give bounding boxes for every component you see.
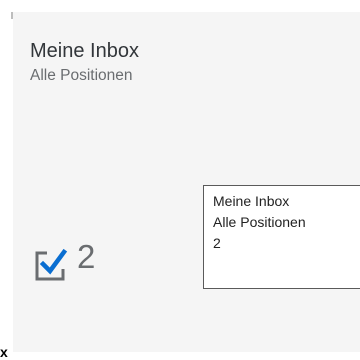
tile-corner-marker xyxy=(11,12,13,19)
inbox-tile[interactable] xyxy=(13,12,360,352)
tooltip-count: 2 xyxy=(213,235,221,251)
tile-subtitle: Alle Positionen xyxy=(30,67,133,84)
tile-tooltip: Meine Inbox Alle Positionen 2 xyxy=(203,185,360,289)
tooltip-title: Meine Inbox xyxy=(213,193,290,209)
task-checkbox-icon xyxy=(32,247,68,283)
tooltip-subtitle: Alle Positionen xyxy=(213,214,306,230)
tile-title: Meine Inbox xyxy=(30,40,139,62)
task-count: 2 xyxy=(77,238,96,275)
